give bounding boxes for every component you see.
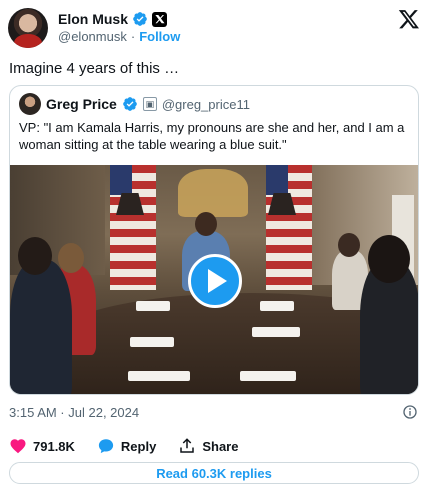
reply-button[interactable]: Reply <box>97 437 156 455</box>
video-scene-flag <box>266 165 312 290</box>
video-scene-head <box>368 235 410 283</box>
author-handle[interactable]: @elonmusk <box>58 29 127 44</box>
video-scene-nameplate <box>136 301 170 311</box>
video-scene-head <box>338 233 360 257</box>
action-bar: 791.8K Reply Share <box>9 436 260 456</box>
author-avatar[interactable] <box>8 8 48 48</box>
video-scene-head <box>195 212 217 236</box>
author-name-row: Elon Musk <box>58 10 168 28</box>
video-scene-nameplate <box>240 371 296 381</box>
read-replies-button[interactable]: Read 60.3K replies <box>9 462 419 484</box>
video-scene-flag <box>110 165 156 290</box>
x-affiliate-badge-icon <box>152 11 168 27</box>
quoted-tweet-text: VP: "I am Kamala Harris, my pronouns are… <box>19 120 405 152</box>
play-icon[interactable] <box>188 254 242 308</box>
reply-icon <box>98 439 114 454</box>
quoted-author-avatar <box>19 93 41 115</box>
x-logo-icon[interactable] <box>398 8 420 30</box>
separator-dot: · <box>130 29 136 44</box>
like-count: 791.8K <box>33 438 75 454</box>
quoted-tweet[interactable]: Greg Price ▣ @greg_price11 VP: "I am Kam… <box>9 85 419 395</box>
video-scene-head <box>58 243 84 273</box>
video-player[interactable] <box>10 165 418 394</box>
info-icon[interactable] <box>402 404 418 420</box>
video-scene-nameplate <box>128 371 190 381</box>
share-button[interactable]: Share <box>178 437 238 455</box>
reply-label: Reply <box>120 438 157 454</box>
quoted-verified-badge-icon <box>122 97 137 111</box>
video-scene-nameplate <box>130 337 174 347</box>
video-scene-emblem <box>178 169 248 217</box>
heart-icon <box>10 439 26 454</box>
emoji-badge-icon: ▣ <box>142 97 157 111</box>
video-scene-head <box>18 237 52 275</box>
quoted-author-handle: @greg_price11 <box>161 96 250 112</box>
tweet-header: Elon Musk @elonmusk · Follow <box>8 6 420 50</box>
tweet-timestamp[interactable]: 3:15 AM · Jul 22, 2024 <box>9 405 139 420</box>
author-name[interactable]: Elon Musk <box>58 11 128 27</box>
video-scene-nameplate <box>252 327 300 337</box>
video-scene-person <box>10 260 72 394</box>
video-scene-nameplate <box>260 301 294 311</box>
author-handle-row: @elonmusk · Follow <box>58 29 180 44</box>
share-label: Share <box>202 438 239 454</box>
share-icon <box>180 438 195 453</box>
tweet-text: Imagine 4 years of this … <box>9 60 180 77</box>
quoted-tweet-header: Greg Price ▣ @greg_price11 <box>19 93 250 115</box>
quoted-author-name: Greg Price <box>46 96 117 112</box>
verified-badge-icon <box>133 12 147 26</box>
like-button[interactable]: 791.8K <box>9 437 75 455</box>
follow-button[interactable]: Follow <box>139 29 180 44</box>
